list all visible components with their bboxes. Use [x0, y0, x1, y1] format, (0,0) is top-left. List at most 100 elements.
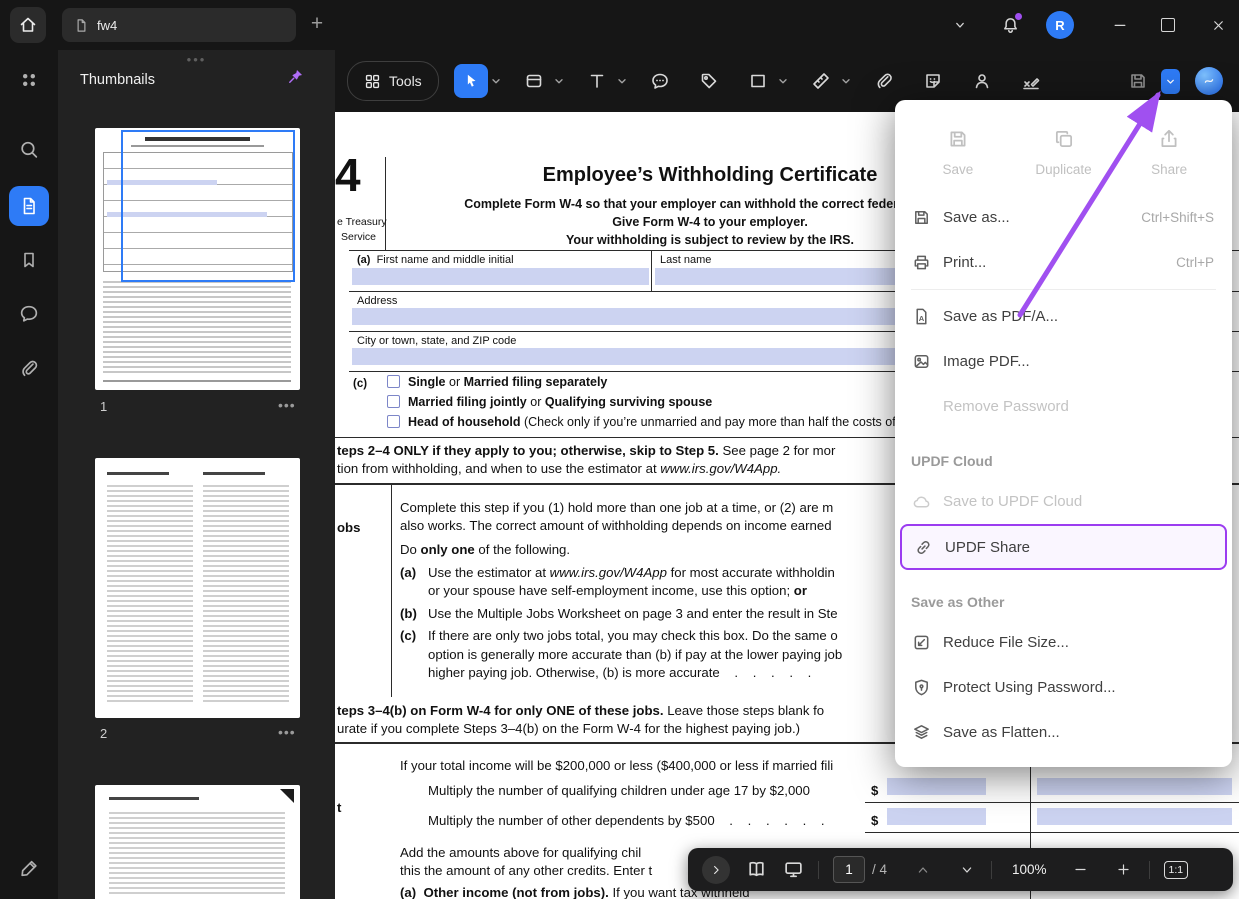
- next-page-button[interactable]: [959, 862, 975, 878]
- maximize-button[interactable]: [1161, 0, 1175, 50]
- shape-tool-button[interactable]: [741, 64, 775, 98]
- checkbox-single[interactable]: [387, 375, 400, 388]
- zoom-out-button[interactable]: [1073, 862, 1088, 877]
- menu-section-updf-cloud: UPDF Cloud: [895, 429, 1232, 479]
- view-controls-bar: 1 / 4 100% 1:1: [688, 848, 1233, 891]
- text-tool-button[interactable]: [580, 64, 614, 98]
- checkbox-married-jointly[interactable]: [387, 395, 400, 408]
- menu-item-label: Image PDF...: [943, 353, 1202, 370]
- contact-tool-button[interactable]: [965, 64, 999, 98]
- home-button[interactable]: [10, 7, 46, 43]
- left-rail: [0, 50, 58, 899]
- zoom-level[interactable]: 100%: [1012, 862, 1047, 877]
- save-split-button: [1121, 64, 1180, 98]
- menu-item-reduce-file-size[interactable]: Reduce File Size...: [895, 620, 1232, 665]
- thumbnail-page-3[interactable]: [95, 785, 300, 899]
- rectangle-icon: [748, 71, 768, 91]
- shape-tool-dropdown[interactable]: [777, 75, 789, 87]
- city-label: City or town, state, and ZIP code: [357, 335, 516, 347]
- tools-label: Tools: [389, 73, 422, 89]
- menu-section-save-as-other: Save as Other: [895, 570, 1232, 620]
- ai-assistant-button[interactable]: [1195, 67, 1223, 95]
- menu-item-label: Reduce File Size...: [943, 634, 1214, 651]
- menu-item-save-as-pdfa[interactable]: A Save as PDF/A...: [895, 294, 1232, 339]
- edit-tools-button[interactable]: [19, 858, 40, 879]
- tag-tool-button[interactable]: [692, 64, 726, 98]
- attachments-button[interactable]: [19, 358, 40, 379]
- thumb3-text-block: [109, 809, 285, 897]
- first-name-field[interactable]: [352, 268, 649, 285]
- menu-item-shortcut: Ctrl+Shift+S: [1141, 210, 1214, 225]
- form-line: [385, 157, 386, 250]
- edit-tool-button[interactable]: [517, 64, 551, 98]
- signature-tool-button[interactable]: [1014, 64, 1048, 98]
- dependents-amount-field[interactable]: [887, 808, 986, 825]
- save-icon: [947, 128, 969, 150]
- search-button[interactable]: [19, 139, 40, 160]
- menu-item-shortcut: Ctrl+P: [1176, 255, 1214, 270]
- minimize-button[interactable]: [1112, 0, 1128, 50]
- checkbox-head-of-household[interactable]: [387, 415, 400, 428]
- children-amount-field[interactable]: [887, 778, 986, 795]
- menu-item-protect-using-password[interactable]: Protect Using Password...: [895, 665, 1232, 710]
- document-tab[interactable]: fw4: [62, 8, 296, 42]
- attach-tool-button[interactable]: [867, 64, 901, 98]
- save-dropdown-button[interactable]: [1161, 69, 1180, 94]
- avatar: R: [1046, 11, 1074, 39]
- comments-button[interactable]: [19, 303, 40, 324]
- pin-button[interactable]: [286, 68, 304, 86]
- compress-icon: [911, 633, 931, 653]
- text-icon: [587, 71, 607, 91]
- thumbnail-menu-button[interactable]: •••: [278, 724, 296, 740]
- menu-item-save-as-flatten[interactable]: Save as Flatten...: [895, 710, 1232, 755]
- cloud-icon: [911, 492, 931, 512]
- screen-icon: [783, 859, 804, 880]
- menu-item-print[interactable]: Print... Ctrl+P: [895, 240, 1232, 285]
- panel-drag-handle[interactable]: •••: [58, 52, 335, 67]
- menu-item-save-as[interactable]: Save as... Ctrl+Shift+S: [895, 195, 1232, 240]
- menu-item-remove-password: Remove Password: [895, 384, 1232, 429]
- page-number-input[interactable]: 1: [833, 856, 865, 883]
- thumbnail-menu-button[interactable]: •••: [278, 397, 296, 413]
- step2-text: Do only one of the following.: [400, 542, 570, 557]
- measure-tool-button[interactable]: [804, 64, 838, 98]
- thumbnail-viewport-indicator[interactable]: [121, 130, 295, 282]
- agency-fragment: e Treasury: [337, 216, 387, 228]
- menu-item-updf-share[interactable]: UPDF Share: [900, 524, 1227, 570]
- account-button[interactable]: R: [1046, 0, 1074, 50]
- actual-size-button[interactable]: 1:1: [1164, 861, 1189, 879]
- shield-icon: [911, 678, 931, 698]
- text-tool-group: [580, 64, 628, 98]
- thumbnail-page-1[interactable]: [95, 128, 300, 390]
- tools-button[interactable]: Tools: [347, 61, 439, 101]
- amount-field[interactable]: [1037, 778, 1232, 795]
- window-dropdown-button[interactable]: [952, 0, 968, 50]
- comment-tool-button[interactable]: [643, 64, 677, 98]
- zoom-in-button[interactable]: [1116, 862, 1131, 877]
- svg-text:A: A: [918, 314, 924, 323]
- minus-icon: [1073, 862, 1088, 877]
- collapse-bar-button[interactable]: [702, 856, 730, 884]
- updf-window: fw4 + R: [0, 0, 1239, 899]
- select-tool-dropdown[interactable]: [490, 75, 502, 87]
- c-label: (c): [353, 378, 367, 390]
- measure-tool-dropdown[interactable]: [840, 75, 852, 87]
- menu-item-image-pdf[interactable]: Image PDF...: [895, 339, 1232, 384]
- reader-mode-button[interactable]: [746, 859, 767, 880]
- new-tab-button[interactable]: +: [304, 10, 330, 38]
- thumbnails-panel-button[interactable]: [9, 186, 49, 226]
- select-tool-button[interactable]: [454, 64, 488, 98]
- thumbnail-page-number: 2: [100, 726, 107, 741]
- amount-field[interactable]: [1037, 808, 1232, 825]
- text-tool-dropdown[interactable]: [616, 75, 628, 87]
- save-button[interactable]: [1121, 64, 1155, 98]
- apps-grid-button[interactable]: [19, 70, 39, 90]
- close-button[interactable]: [1211, 0, 1226, 50]
- edit-tool-dropdown[interactable]: [553, 75, 565, 87]
- thumbnail-page-2[interactable]: [95, 458, 300, 718]
- presentation-button[interactable]: [783, 859, 804, 880]
- page-total: / 4: [872, 862, 887, 877]
- sticker-tool-button[interactable]: [916, 64, 950, 98]
- bookmarks-button[interactable]: [19, 250, 39, 270]
- previous-page-button[interactable]: [915, 862, 931, 878]
